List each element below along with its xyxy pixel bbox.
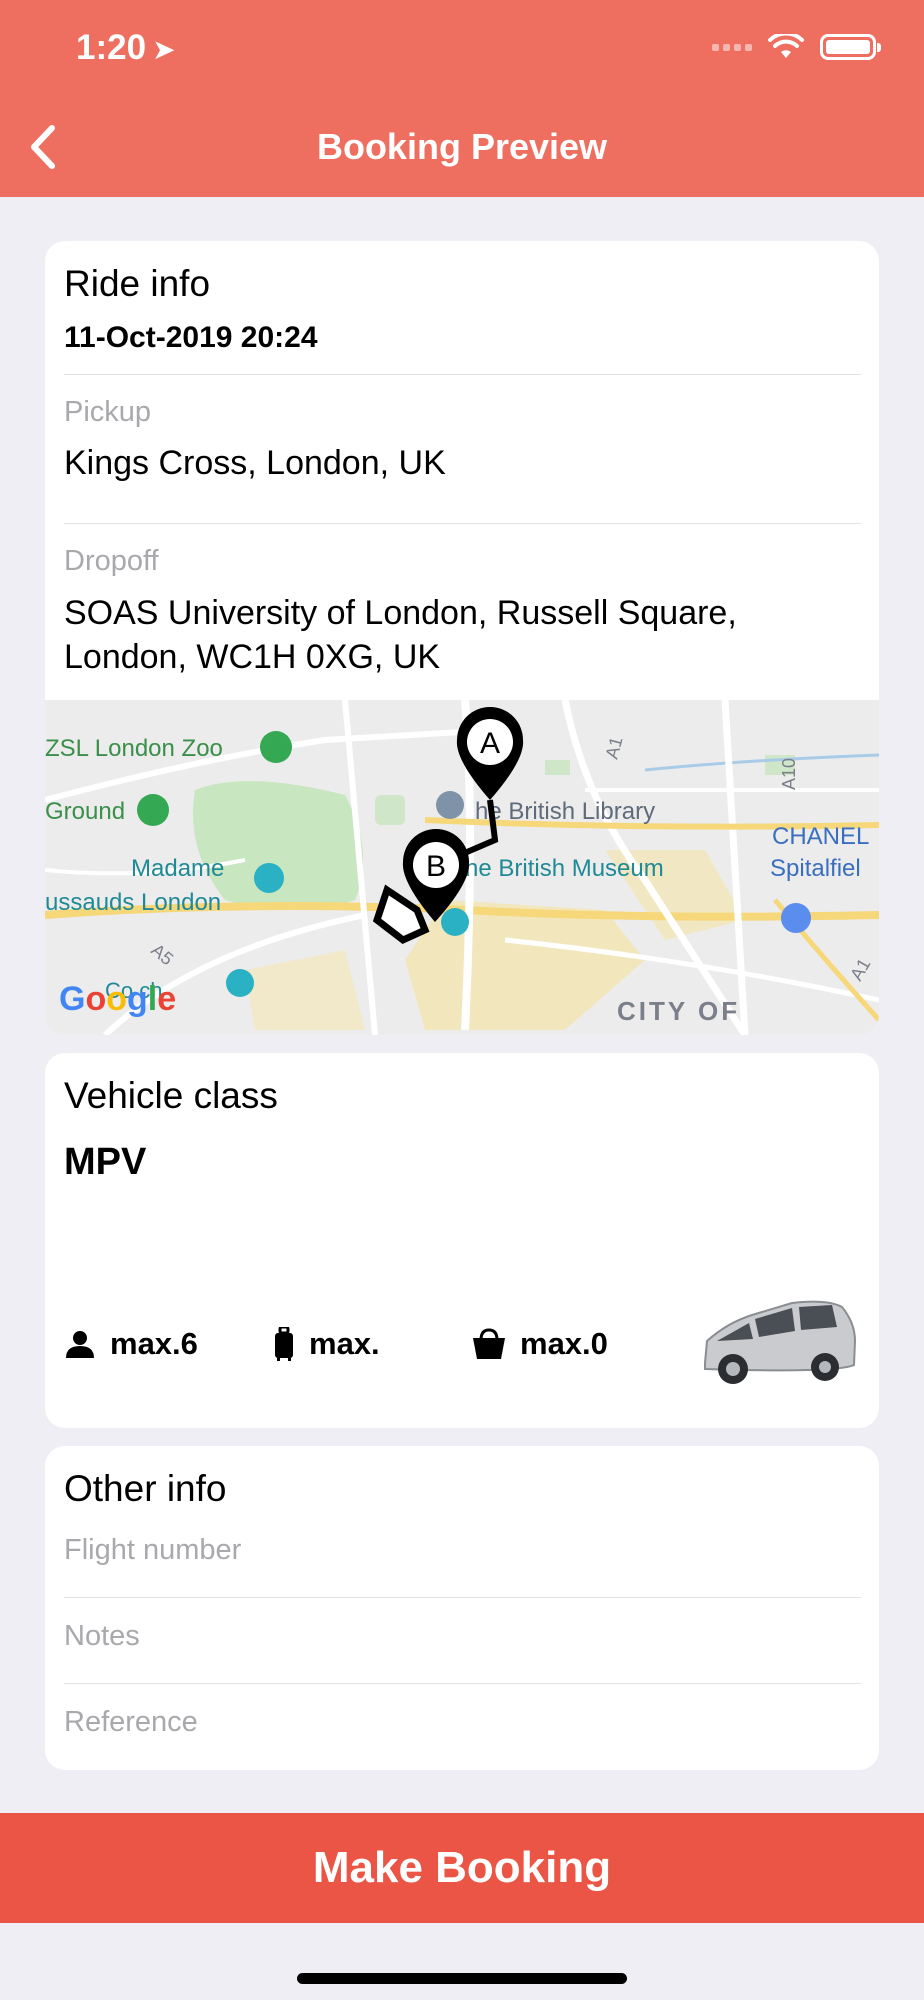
mpv-car-image	[704, 1300, 857, 1384]
pickup-label: Pickup	[64, 396, 152, 428]
bag-capacity-text: max.0	[520, 1326, 608, 1361]
notes-field[interactable]: Notes	[64, 1620, 861, 1653]
shopping-bag-icon	[473, 1328, 505, 1359]
map-label-city: CITY OF	[617, 996, 740, 1026]
ride-info-title: Ride info	[64, 263, 211, 304]
map-label-ground: Ground	[45, 798, 125, 825]
location-arrow-icon: ➤	[152, 34, 176, 65]
nav-header: 1:20 ➤ Booking Preview	[0, 0, 924, 197]
google-logo: Google	[59, 980, 176, 1018]
map-label-spitalfields: Spitalfiel	[770, 855, 861, 882]
divider	[64, 374, 861, 375]
other-info-card: Other info Flight number Notes Reference	[45, 1446, 879, 1770]
map-label-tussauds: ussauds London	[45, 889, 221, 916]
luggage-capacity-text: max.	[309, 1326, 380, 1361]
marker-b-label: B	[426, 850, 446, 883]
divider	[64, 1683, 861, 1684]
status-icons	[712, 34, 881, 60]
map-label-zoo: ZSL London Zoo	[45, 735, 223, 762]
battery-icon	[820, 34, 881, 60]
dropoff-value: SOAS University of London, Russell Squar…	[64, 594, 737, 676]
vehicle-class-card: Vehicle class MPV max.6 max. max.0	[45, 1053, 879, 1428]
passenger-capacity-text: max.6	[110, 1326, 198, 1361]
map-label-library: he British Library	[475, 798, 655, 825]
page-title: Booking Preview	[316, 126, 608, 167]
map-label-a10: A10	[779, 758, 799, 790]
person-icon	[66, 1331, 94, 1358]
dropoff-label: Dropoff	[64, 545, 159, 577]
wifi-icon	[768, 34, 804, 58]
ride-info-card: Ride info 11-Oct-2019 20:24 Pickup Kings…	[45, 241, 879, 1035]
home-indicator	[297, 1973, 627, 1984]
passenger-capacity: max.6	[64, 1326, 198, 1362]
route-map[interactable]: ZSL London Zoo Ground Madame ussauds Lon…	[45, 700, 879, 1035]
signal-icon	[712, 43, 752, 51]
flight-number-field[interactable]: Flight number	[64, 1534, 861, 1567]
vehicle-class-title: Vehicle class	[64, 1075, 278, 1116]
divider	[64, 1597, 861, 1598]
luggage-capacity: max.	[273, 1326, 380, 1362]
marker-a-label: A	[480, 727, 500, 760]
map-canvas: ZSL London Zoo Ground Madame ussauds Lon…	[45, 700, 879, 1035]
pickup-value: Kings Cross, London, UK	[64, 444, 446, 482]
map-label-madame: Madame	[131, 855, 224, 882]
status-time: 1:20 ➤	[76, 28, 176, 68]
other-info-title: Other info	[64, 1468, 227, 1509]
map-label-museum: he British Museum	[465, 855, 664, 882]
reference-field[interactable]: Reference	[64, 1706, 861, 1739]
luggage-icon	[275, 1327, 293, 1361]
bag-capacity: max.0	[472, 1326, 608, 1362]
ride-datetime: 11-Oct-2019 20:24	[64, 321, 318, 354]
vehicle-name: MPV	[64, 1141, 147, 1183]
divider	[64, 523, 861, 524]
status-time-text: 1:20	[76, 28, 147, 67]
make-booking-button[interactable]: Make Booking	[0, 1813, 924, 1923]
map-label-chanel: CHANEL	[772, 823, 869, 850]
